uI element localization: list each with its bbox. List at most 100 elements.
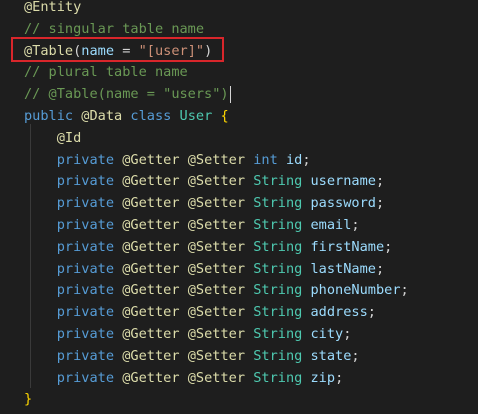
code-token-punc: [114, 173, 122, 189]
code-token-punc: [245, 261, 253, 277]
code-token-punc: [180, 304, 188, 320]
code-token-punc: [24, 261, 57, 277]
code-line[interactable]: private @Getter @Setter int id;: [24, 149, 311, 171]
code-line[interactable]: private @Getter @Setter String state;: [24, 345, 360, 367]
code-line[interactable]: public @Data class User {: [24, 105, 229, 127]
code-token-punc: [24, 326, 57, 342]
code-line[interactable]: private @Getter @Setter String lastName;: [24, 258, 384, 280]
code-token-kw: private: [56, 238, 115, 255]
code-token-punc: [180, 261, 188, 277]
code-editor[interactable]: @Entity// singular table name @Table(name…: [0, 0, 478, 414]
code-token-var: state: [310, 347, 352, 364]
code-token-var: firstName: [310, 238, 385, 255]
code-token-kw: private: [56, 326, 115, 342]
code-token-punc: ;: [375, 195, 385, 212]
code-token-anno: @Setter: [187, 304, 246, 321]
code-token-punc: [114, 261, 122, 277]
code-token-anno: @Getter: [122, 217, 180, 233]
code-line[interactable]: private @Getter @Setter String zip;: [24, 367, 344, 389]
code-token-kw: private: [56, 151, 115, 168]
code-token-anno: @Getter: [122, 238, 180, 255]
code-token-punc: [302, 326, 310, 342]
code-token-type: String: [253, 260, 303, 277]
code-line[interactable]: private @Getter @Setter String phoneNumb…: [24, 279, 409, 301]
code-token-punc: ;: [384, 238, 393, 255]
code-token-punc: [171, 108, 179, 124]
code-token-punc: [114, 282, 122, 298]
code-line[interactable]: private @Getter @Setter String firstName…: [24, 236, 393, 258]
code-token-anno: @Getter: [122, 260, 180, 277]
code-token-punc: [180, 282, 188, 298]
code-line[interactable]: private @Getter @Setter String password;: [24, 192, 384, 214]
code-token-anno: @Getter: [122, 195, 180, 212]
code-token-punc: [114, 304, 122, 320]
code-token-punc: [245, 239, 253, 255]
code-token-type: String: [253, 347, 303, 364]
code-token-type: String: [253, 326, 303, 342]
code-token-punc: [24, 152, 57, 168]
code-line[interactable]: private @Getter @Setter String city;: [24, 323, 352, 345]
code-token-punc: [245, 152, 253, 168]
code-token-var: lastName: [310, 260, 376, 277]
code-line[interactable]: @Entity: [24, 0, 81, 18]
code-token-var: email: [310, 217, 352, 233]
code-line[interactable]: private @Getter @Setter String username;: [24, 170, 384, 192]
code-token-punc: [24, 239, 57, 255]
code-token-comment: // singular table name: [24, 20, 205, 37]
code-token-type: String: [253, 238, 303, 255]
code-token-punc: [245, 195, 253, 211]
code-token-kw: private: [56, 217, 115, 233]
code-line[interactable]: private @Getter @Setter String email;: [24, 214, 360, 236]
text-cursor: [229, 85, 231, 103]
code-token-anno: @Setter: [187, 238, 246, 255]
code-token-punc: [180, 152, 188, 168]
code-line[interactable]: @Id: [24, 127, 82, 149]
code-line[interactable]: private @Getter @Setter String address;: [24, 301, 376, 323]
code-token-punc: ;: [335, 369, 344, 386]
code-line[interactable]: // plural table name: [24, 61, 188, 83]
code-token-type: String: [253, 173, 303, 190]
code-token-punc: [302, 173, 310, 189]
code-token-var: zip: [310, 369, 336, 386]
code-line[interactable]: }: [24, 388, 32, 410]
code-token-anno: @Data: [81, 108, 123, 124]
code-token-anno: @Setter: [187, 282, 246, 299]
code-token-brace: {: [220, 108, 229, 124]
code-token-punc: [24, 195, 57, 211]
code-token-punc: [114, 195, 122, 211]
code-token-punc: ;: [375, 173, 385, 190]
code-token-punc: [180, 239, 188, 255]
code-token-var: address: [310, 304, 368, 321]
code-token-kw: private: [56, 195, 115, 212]
code-token-punc: [302, 239, 310, 255]
code-token-anno: @Setter: [187, 173, 246, 190]
code-token-brace: }: [24, 391, 33, 408]
code-token-var: username: [310, 173, 376, 190]
code-token-punc: [278, 152, 286, 168]
code-token-type: String: [253, 217, 303, 233]
code-token-punc: [245, 326, 253, 342]
code-token-punc: [302, 348, 310, 364]
code-token-comment: // @Table(name = "users"): [24, 86, 229, 103]
code-token-var: id: [285, 151, 303, 168]
code-token-type: String: [253, 304, 303, 321]
code-token-anno: @Getter: [122, 282, 180, 299]
code-token-var: phoneNumber: [310, 282, 401, 299]
code-token-punc: [24, 304, 57, 320]
code-token-anno: @Entity: [24, 0, 82, 15]
code-token-punc: [245, 173, 253, 189]
code-token-anno: @Setter: [187, 260, 246, 277]
code-token-type: String: [253, 195, 303, 212]
code-line[interactable]: // @Table(name = "users"): [24, 83, 231, 105]
code-token-comment: // plural table name: [24, 64, 188, 81]
code-token-anno: @Getter: [122, 369, 180, 386]
code-token-anno: @Getter: [122, 347, 180, 364]
code-token-kw: private: [56, 260, 115, 277]
code-token-anno: @Setter: [187, 347, 246, 364]
code-token-punc: [302, 217, 310, 233]
code-token-type: String: [253, 369, 303, 386]
highlight-box: [11, 37, 224, 62]
code-token-kw: private: [56, 369, 115, 386]
code-token-punc: [24, 282, 57, 298]
code-token-anno: @Setter: [187, 217, 246, 233]
